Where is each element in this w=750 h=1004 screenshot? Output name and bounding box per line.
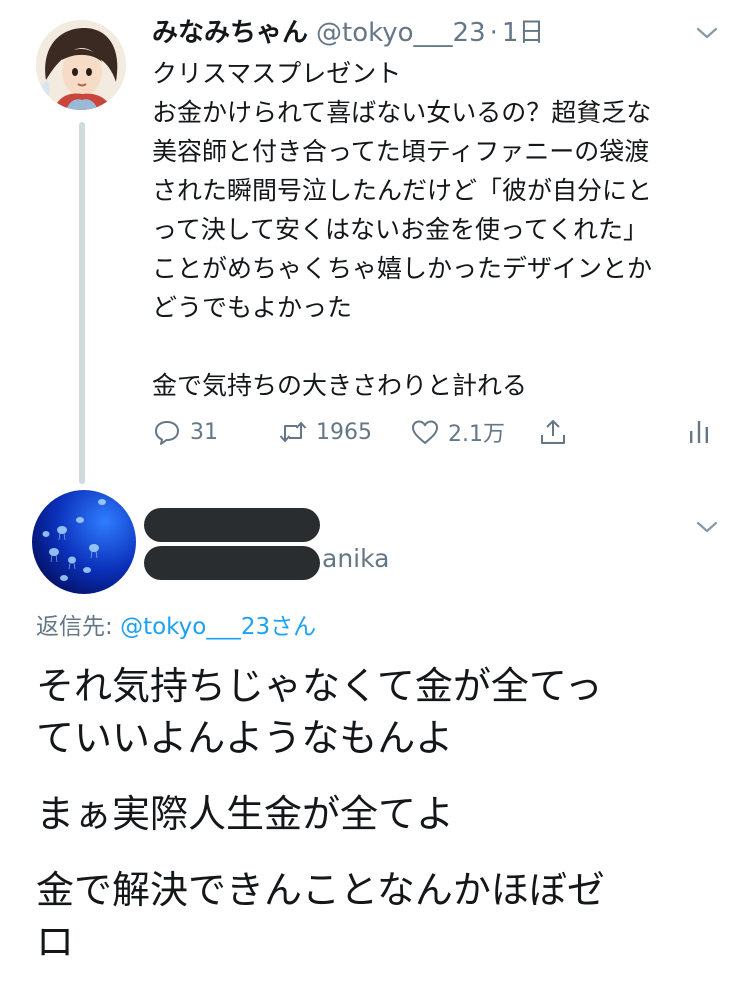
avatar[interactable] (36, 20, 126, 110)
reply-to-line: 返信先: @tokyo___23さん (36, 610, 316, 644)
tweet-timestamp[interactable]: 1日 (502, 18, 545, 48)
reply-text: それ気持ちじゃなくて金が全てっ ていいよんようなもんよ まぁ実際人生金が全てよ … (36, 660, 726, 992)
avatar[interactable] (32, 490, 136, 594)
reply-line: 金で解決できんことなんかほぼゼ (36, 868, 605, 912)
separator-dot: · (489, 18, 498, 48)
analytics-button[interactable] (684, 412, 714, 452)
chevron-down-icon[interactable] (694, 20, 720, 46)
reply-icon (155, 421, 179, 445)
tweet-line: お金かけられて喜ばない女いるの？超貧乏な (152, 98, 652, 127)
reply-paragraph: 金で解決できんことなんかほぼゼ ロ (36, 864, 726, 968)
user-handle[interactable]: @tokyo___23 (316, 18, 486, 48)
avatar-jellyfish-image (32, 490, 136, 594)
tweet-line: 美容師と付き合ってた頃ティファニーの袋渡 (152, 137, 650, 166)
redacted-display-name (144, 508, 320, 542)
user-handle-suffix: anika (322, 544, 390, 573)
retweet-icon (279, 422, 307, 442)
tweet-line: って決して安くはないお金を使ってくれた」 (152, 215, 649, 244)
retweet-button[interactable]: 1965 (278, 412, 372, 452)
reply-paragraph: まぁ実際人生金が全てよ (36, 788, 726, 840)
redacted-handle (144, 546, 320, 580)
tweet-line: ことがめちゃくちゃ嬉しかったデザインとか (152, 254, 653, 283)
reply-line: ロ (36, 920, 75, 964)
reply-to-label: 返信先: (36, 614, 121, 640)
thread-connector-line (79, 122, 85, 484)
like-count: 2.1万 (448, 422, 505, 447)
reply-to-mention[interactable]: @tokyo___23 (120, 614, 270, 640)
avatar-illustration (36, 20, 126, 110)
share-button[interactable] (538, 412, 568, 452)
reply-line: ていいよんようなもんよ (36, 716, 454, 760)
display-name[interactable]: みなみちゃん (152, 18, 308, 48)
tweet-line: クリスマスプレゼント (152, 59, 402, 88)
reply-to-suffix: さん (270, 614, 317, 640)
heart-icon (412, 420, 438, 444)
reply-paragraph: それ気持ちじゃなくて金が全てっ ていいよんようなもんよ (36, 660, 726, 764)
analytics-icon (690, 421, 708, 443)
tweet-line: 金で気持ちの大きさわりと計れる (152, 371, 528, 400)
reply-line: まぁ実際人生金が全てよ (36, 792, 455, 836)
reply-count: 31 (190, 419, 218, 445)
chevron-down-icon[interactable] (694, 514, 720, 540)
reply-line: それ気持ちじゃなくて金が全てっ (36, 664, 603, 708)
tweet-header: みなみちゃん @tokyo___23 · 1日 (152, 14, 544, 54)
tweet-line: された瞬間号泣したんだけど「彼が自分にと (152, 176, 653, 205)
like-button[interactable]: 2.1万 (410, 412, 505, 452)
tweet-actions-bar: 31 1965 2.1万 (152, 412, 722, 452)
reply-button[interactable]: 31 (152, 412, 218, 452)
retweet-count: 1965 (316, 419, 372, 445)
tweet-text: クリスマスプレゼント お金かけられて喜ばない女いるの？超貧乏な 美容師と付き合っ… (152, 54, 732, 405)
share-icon (541, 420, 565, 444)
tweet-line: どうでもよかった (152, 293, 353, 322)
